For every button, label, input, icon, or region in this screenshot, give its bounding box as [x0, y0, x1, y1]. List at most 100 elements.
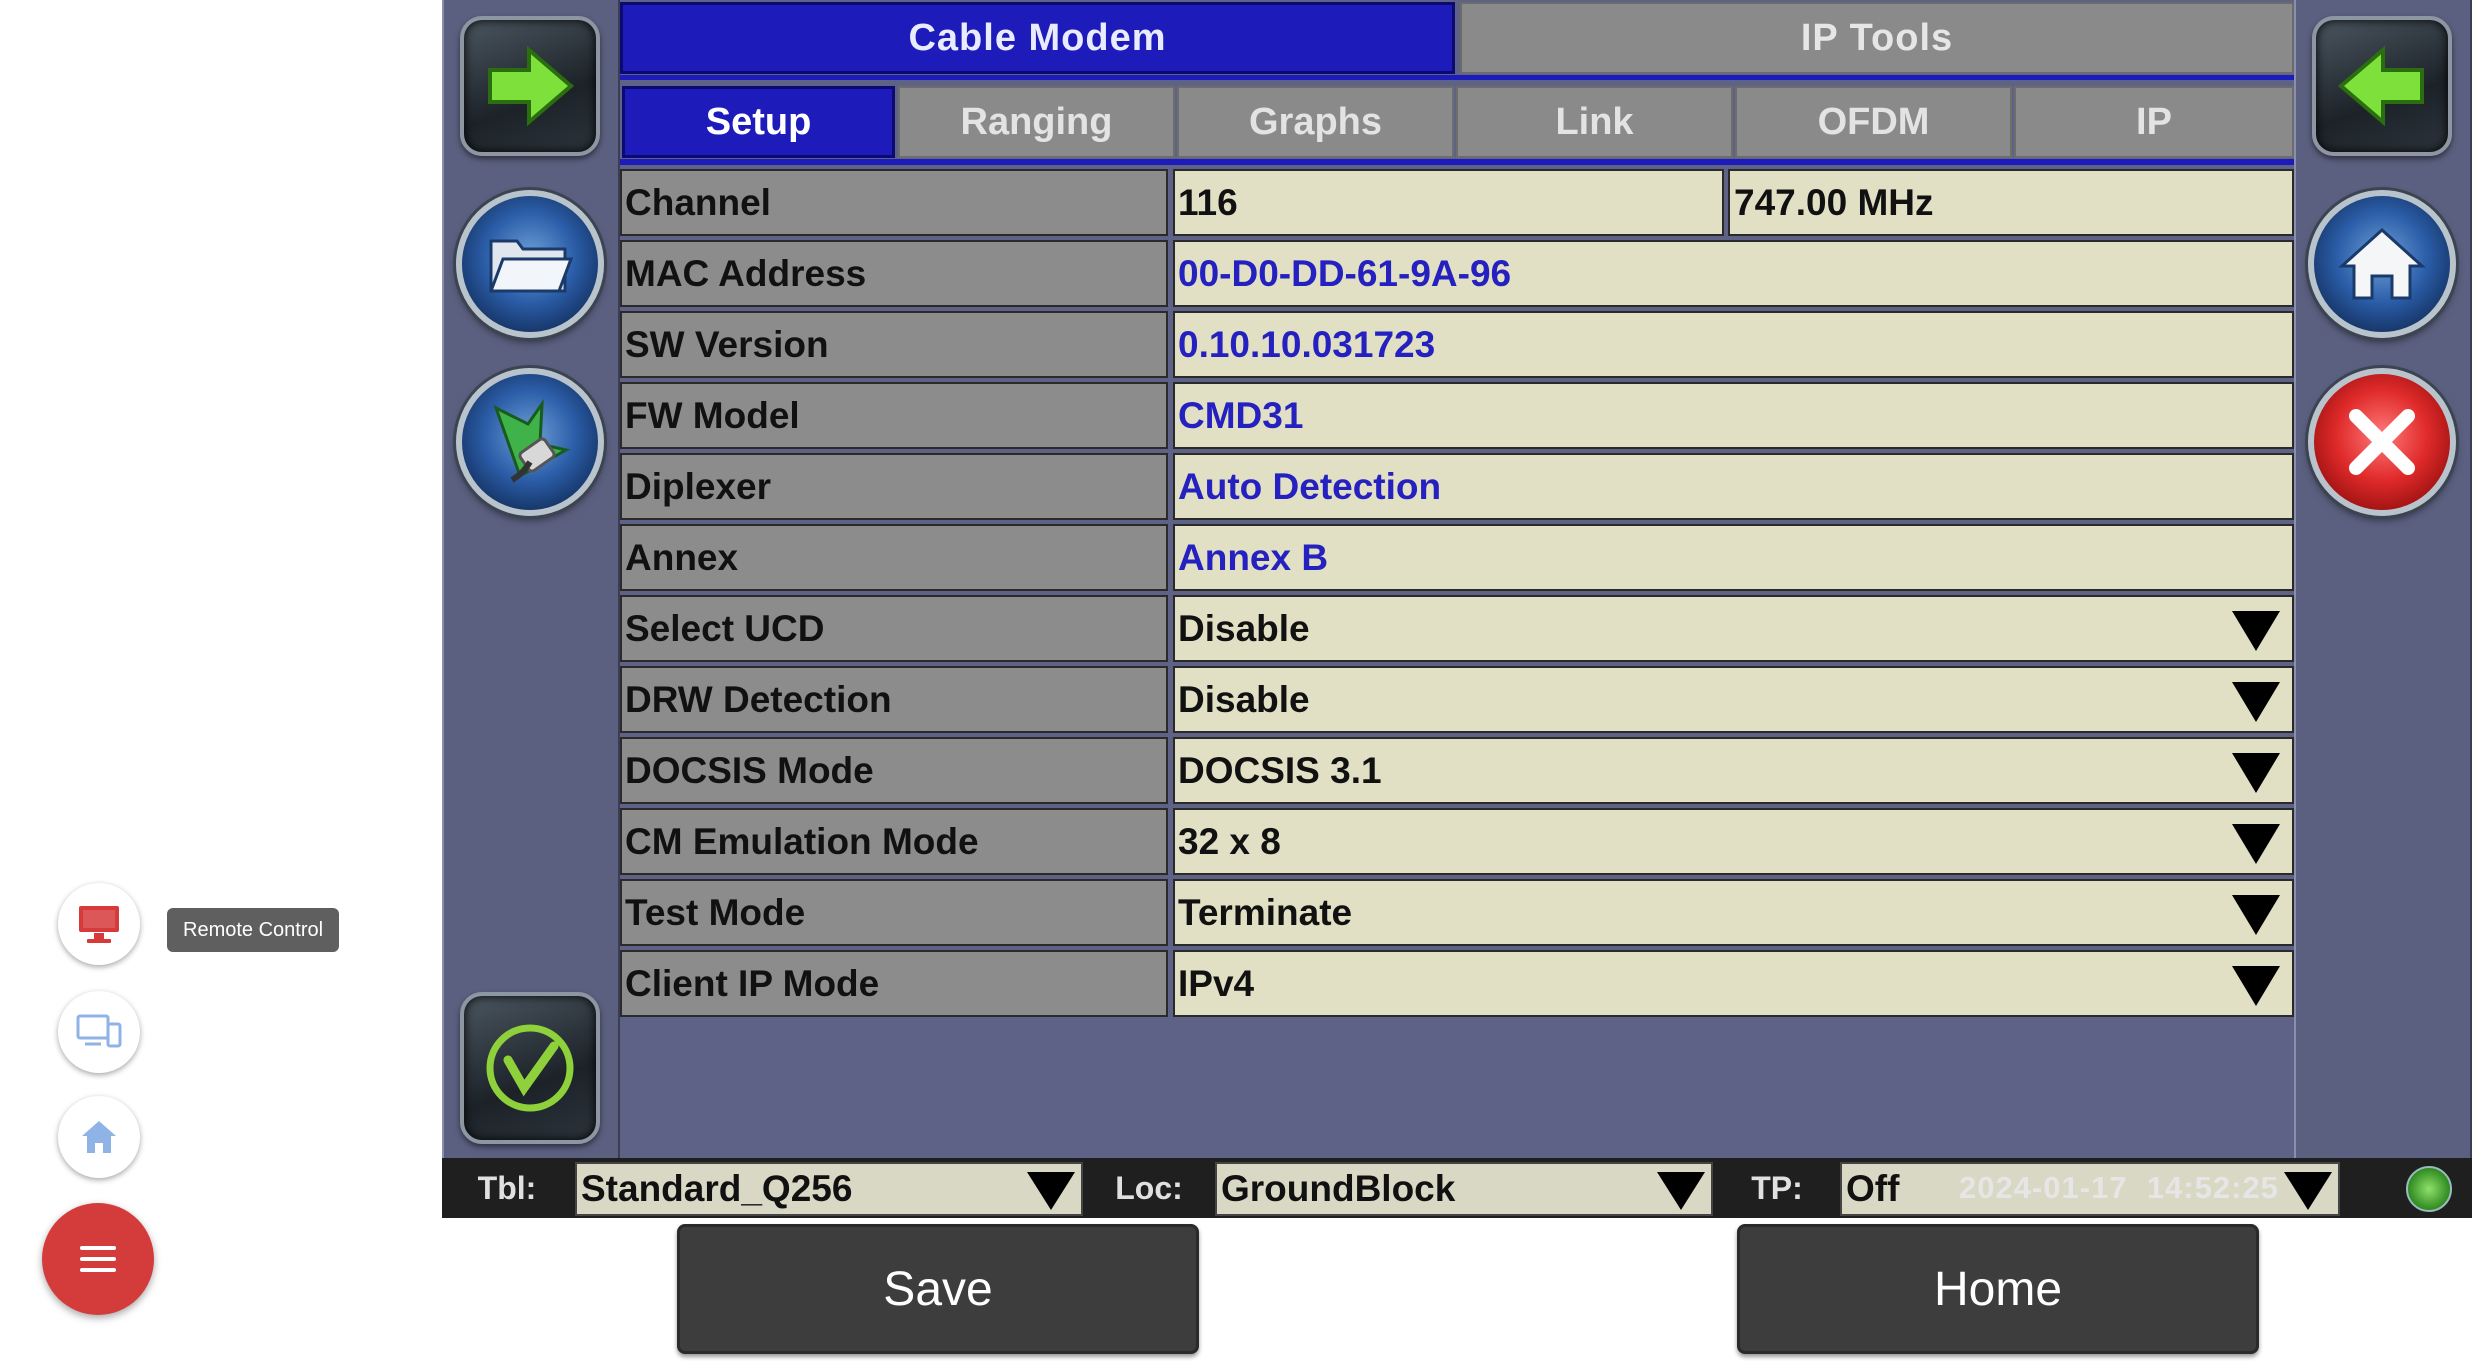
row-label: DRW Detection — [620, 666, 1168, 733]
row-select-ucd: Select UCD Disable — [620, 595, 2294, 662]
dropdown-value: Terminate — [1178, 891, 1353, 933]
plug-icon — [493, 398, 571, 483]
row-label: Channel — [620, 169, 1168, 236]
row-label: FW Model — [620, 382, 1168, 449]
remote-control-button[interactable] — [58, 883, 140, 965]
channel-number-field[interactable]: 116 — [1173, 169, 1724, 236]
subtab-ranging[interactable]: Ranging — [898, 86, 1175, 158]
close-icon — [2349, 409, 2415, 475]
loc-value: GroundBlock — [1221, 1168, 1456, 1209]
subtab-link[interactable]: Link — [1456, 86, 1733, 158]
row-value: 00-D0-DD-61-9A-96 — [1173, 240, 2294, 307]
status-bar-overlay: Tbl: Standard_Q256 Loc: GroundBlock TP: — [442, 1158, 2472, 1218]
row-drw-detection: DRW Detection Disable — [620, 666, 2294, 733]
test-mode-dropdown[interactable]: Terminate — [1173, 879, 2294, 946]
row-label: MAC Address — [620, 240, 1168, 307]
arrow-left-icon — [2337, 46, 2424, 126]
subtab-ofdm[interactable]: OFDM — [1735, 86, 2012, 158]
row-channel: Channel 116 747.00 MHz — [620, 169, 2294, 236]
forward-button[interactable] — [460, 16, 600, 156]
open-file-button[interactable] — [456, 190, 604, 338]
row-test-mode: Test Mode Terminate — [620, 879, 2294, 946]
dropdown-arrow-icon[interactable] — [2232, 824, 2280, 864]
row-value: Auto Detection — [1173, 453, 2294, 520]
home-shortcut-button[interactable] — [58, 1096, 140, 1178]
client-ip-mode-dropdown[interactable]: IPv4 — [1173, 950, 2294, 1017]
row-label: DOCSIS Mode — [620, 737, 1168, 804]
main-menu-button[interactable] — [42, 1203, 154, 1315]
row-annex: Annex Annex B — [620, 524, 2294, 591]
home-icon — [2338, 227, 2426, 300]
subtab-graphs[interactable]: Graphs — [1177, 86, 1454, 158]
tp-value: Off — [1846, 1168, 1900, 1209]
row-sw-version: SW Version 0.10.10.031723 — [620, 311, 2294, 378]
tp-label: TP: — [1751, 1169, 1803, 1206]
dropdown-arrow-icon[interactable] — [2232, 682, 2280, 722]
dropdown-arrow-icon[interactable] — [2232, 611, 2280, 651]
devices-button[interactable] — [58, 991, 140, 1073]
dropdown-arrow-icon[interactable] — [2232, 966, 2280, 1006]
veex-logo-icon — [486, 1024, 574, 1112]
home-button[interactable]: Home — [1737, 1224, 2259, 1354]
date: 2024-01-17 — [1959, 1170, 2128, 1205]
connection-button[interactable] — [456, 368, 604, 516]
device-screen: Cable Modem IP Tools Setup Ranging Graph… — [442, 0, 2472, 1218]
home-icon — [82, 1121, 116, 1153]
row-diplexer: Diplexer Auto Detection — [620, 453, 2294, 520]
tbl-label: Tbl: — [477, 1169, 537, 1206]
folder-icon — [488, 239, 573, 293]
veex-logo-button[interactable] — [460, 992, 600, 1144]
dropdown-value: Disable — [1178, 607, 1310, 649]
dropdown-arrow-icon[interactable] — [1027, 1172, 1075, 1210]
row-mac-address: MAC Address 00-D0-DD-61-9A-96 — [620, 240, 2294, 307]
row-label: CM Emulation Mode — [620, 808, 1168, 875]
row-value: CMD31 — [1173, 382, 2294, 449]
datetime: 2024-01-17 14:52:25 — [1959, 1158, 2279, 1218]
signal-icon — [2406, 1166, 2452, 1212]
tab-cable-modem[interactable]: Cable Modem — [620, 2, 1455, 74]
row-label: SW Version — [620, 311, 1168, 378]
loc-dropdown[interactable]: GroundBlock — [1215, 1162, 1713, 1216]
row-docsis-mode: DOCSIS Mode DOCSIS 3.1 — [620, 737, 2294, 804]
subtab-setup[interactable]: Setup — [622, 86, 895, 158]
dropdown-arrow-icon[interactable] — [2232, 895, 2280, 935]
dropdown-value: IPv4 — [1178, 962, 1255, 1004]
home-device-button[interactable] — [2308, 190, 2456, 338]
row-label: Annex — [620, 524, 1168, 591]
dropdown-arrow-icon[interactable] — [1657, 1172, 1705, 1210]
main-panel: Cable Modem IP Tools Setup Ranging Graph… — [620, 0, 2294, 1158]
loc-label: Loc: — [1115, 1169, 1183, 1206]
dropdown-arrow-icon[interactable] — [2284, 1172, 2332, 1210]
subtab-ip[interactable]: IP — [2014, 86, 2294, 158]
dropdown-value: 32 x 8 — [1178, 820, 1281, 862]
devices-icon — [76, 1014, 122, 1048]
right-sidebar — [2294, 0, 2472, 1158]
row-value: Annex B — [1173, 524, 2294, 591]
remote-control-tooltip: Remote Control — [167, 908, 340, 952]
cm-emulation-mode-dropdown[interactable]: 32 x 8 — [1173, 808, 2294, 875]
row-client-ip-mode: Client IP Mode IPv4 — [620, 950, 2294, 1017]
row-cm-emulation-mode: CM Emulation Mode 32 x 8 — [620, 808, 2294, 875]
arrow-right-icon — [488, 46, 575, 126]
dropdown-value: DOCSIS 3.1 — [1178, 749, 1382, 791]
dropdown-value: Disable — [1178, 678, 1310, 720]
docsis-mode-dropdown[interactable]: DOCSIS 3.1 — [1173, 737, 2294, 804]
row-value: 0.10.10.031723 — [1173, 311, 2294, 378]
left-sidebar — [442, 0, 620, 1158]
row-fw-model: FW Model CMD31 — [620, 382, 2294, 449]
save-button[interactable]: Save — [677, 1224, 1199, 1354]
tbl-dropdown[interactable]: Standard_Q256 — [575, 1162, 1083, 1216]
tab-ip-tools[interactable]: IP Tools — [1460, 2, 2294, 74]
row-label: Diplexer — [620, 453, 1168, 520]
close-button[interactable] — [2308, 368, 2456, 516]
back-button[interactable] — [2312, 16, 2452, 156]
channel-frequency-field[interactable]: 747.00 MHz — [1728, 169, 2294, 236]
row-label: Test Mode — [620, 879, 1168, 946]
time: 14:52:25 — [2146, 1170, 2279, 1205]
dropdown-arrow-icon[interactable] — [2232, 753, 2280, 793]
drw-detection-dropdown[interactable]: Disable — [1173, 666, 2294, 733]
row-label: Select UCD — [620, 595, 1168, 662]
monitor-icon — [79, 906, 119, 943]
row-label: Client IP Mode — [620, 950, 1168, 1017]
select-ucd-dropdown[interactable]: Disable — [1173, 595, 2294, 662]
